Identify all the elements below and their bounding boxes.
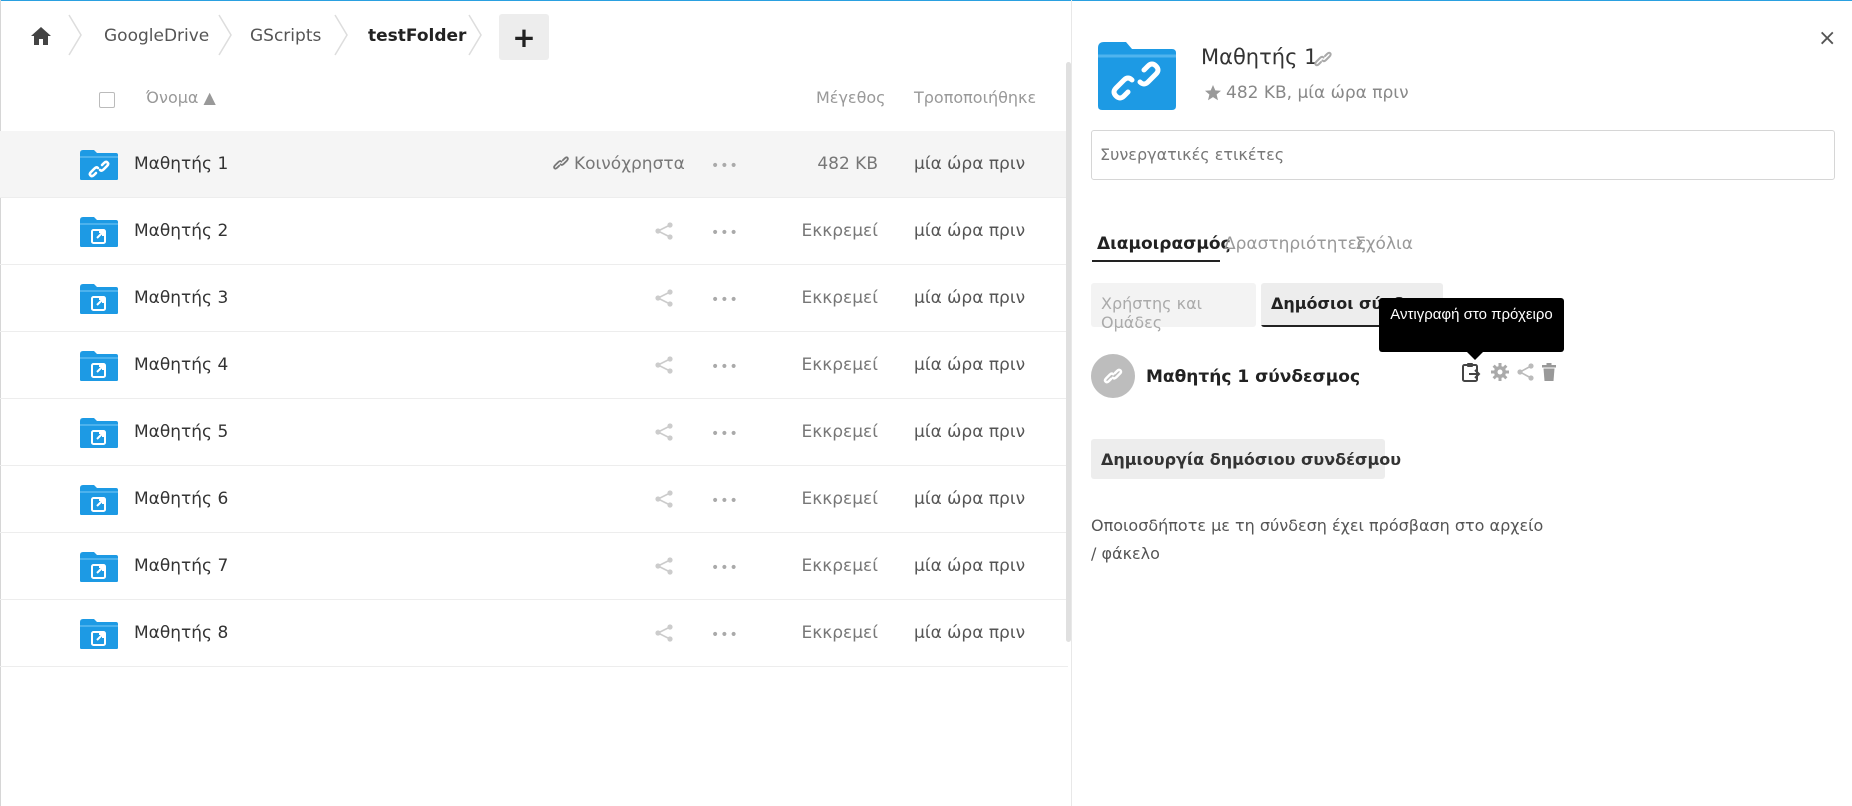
share-icon[interactable]	[1516, 362, 1536, 382]
share-icon[interactable]	[653, 488, 675, 510]
shared-label: Κοινόχρηστα	[574, 154, 685, 174]
home-icon[interactable]	[30, 26, 52, 46]
gear-icon[interactable]	[1490, 362, 1510, 382]
more-actions-icon[interactable]: •••	[711, 560, 739, 576]
folder-external-icon	[80, 217, 118, 247]
table-row[interactable]: Μαθητής 4 ••• Εκκρεμεί μία ώρα πριν	[0, 332, 1068, 399]
more-actions-icon[interactable]: •••	[711, 225, 739, 241]
breadcrumb-separator-icon	[218, 14, 232, 56]
sidebar-title: Μαθητής 1	[1201, 45, 1318, 69]
file-name[interactable]: Μαθητής 4	[134, 355, 228, 375]
folder-external-icon	[80, 284, 118, 314]
folder-external-icon	[80, 351, 118, 381]
link-icon	[1103, 368, 1123, 384]
share-icon[interactable]	[653, 287, 675, 309]
share-icon[interactable]	[653, 421, 675, 443]
more-actions-icon[interactable]: •••	[711, 493, 739, 509]
file-modified: μία ώρα πριν	[914, 489, 1026, 509]
more-actions-icon[interactable]: •••	[711, 426, 739, 442]
share-icon[interactable]	[653, 354, 675, 376]
more-actions-icon[interactable]: •••	[711, 359, 739, 375]
public-link-name: Μαθητής 1 σύνδεσμος	[1146, 367, 1361, 387]
tab-activity[interactable]: Δραστηριότητες	[1224, 234, 1367, 254]
file-name[interactable]: Μαθητής 2	[134, 221, 228, 241]
file-modified: μία ώρα πριν	[914, 355, 1026, 375]
trash-icon[interactable]	[1539, 362, 1559, 382]
add-new-button[interactable]: +	[499, 14, 549, 60]
file-modified: μία ώρα πριν	[914, 422, 1026, 442]
file-modified: μία ώρα πριν	[914, 556, 1026, 576]
table-row[interactable]: Μαθητής 3 ••• Εκκρεμεί μία ώρα πριν	[0, 265, 1068, 332]
more-actions-icon[interactable]: •••	[711, 292, 739, 308]
folder-link-icon	[80, 150, 118, 180]
column-header-modified[interactable]: Τροποποιήθηκε	[914, 88, 1036, 107]
file-size: Εκκρεμεί	[801, 288, 878, 308]
file-size: Εκκρεμεί	[801, 489, 878, 509]
breadcrumb-separator-icon	[334, 14, 348, 56]
file-name[interactable]: Μαθητής 6	[134, 489, 228, 509]
breadcrumb-separator-icon	[68, 14, 82, 56]
file-name[interactable]: Μαθητής 5	[134, 422, 228, 442]
table-row[interactable]: Μαθητής 6 ••• Εκκρεμεί μία ώρα πριν	[0, 466, 1068, 533]
file-size: Εκκρεμεί	[801, 422, 878, 442]
file-modified: μία ώρα πριν	[914, 288, 1026, 308]
close-icon[interactable]: ×	[1818, 26, 1836, 51]
sidebar-meta: 482 KB, μία ώρα πριν	[1226, 83, 1409, 103]
folder-external-icon	[80, 552, 118, 582]
folder-external-icon	[80, 485, 118, 515]
details-sidebar	[1071, 0, 1852, 806]
file-name[interactable]: Μαθητής 7	[134, 556, 228, 576]
folder-external-icon	[80, 418, 118, 448]
create-public-link-button[interactable]: Δημιουργία δημόσιου συνδέσμου	[1091, 439, 1401, 479]
tab-comments[interactable]: Σχόλια	[1355, 234, 1413, 254]
clipboard-icon[interactable]	[1461, 362, 1481, 382]
breadcrumb-item-gscripts[interactable]: GScripts	[250, 26, 321, 46]
table-row[interactable]: Μαθητής 1 Κοινόχρηστα ••• 482 KB μία ώρα πρι…	[0, 131, 1068, 198]
table-row[interactable]: Μαθητής 2 ••• Εκκρεμεί μία ώρα πριν	[0, 198, 1068, 265]
link-avatar	[1091, 354, 1135, 398]
star-icon[interactable]	[1204, 84, 1222, 102]
folder-external-icon	[80, 619, 118, 649]
file-name[interactable]: Μαθητής 3	[134, 288, 228, 308]
breadcrumb-separator-icon	[468, 14, 482, 56]
public-link-note: Οποιοσδήποτε με τη σύνδεση έχει πρόσβαση…	[1091, 516, 1544, 563]
select-all-checkbox[interactable]	[99, 92, 115, 108]
file-modified: μία ώρα πριν	[914, 221, 1026, 241]
file-name[interactable]: Μαθητής 1	[134, 154, 228, 174]
file-modified: μία ώρα πριν	[914, 623, 1026, 643]
shared-indicator[interactable]: Κοινόχρηστα	[552, 154, 685, 174]
share-icon[interactable]	[653, 622, 675, 644]
subtab-users-groups[interactable]: Χρήστης και Ομάδες	[1091, 283, 1256, 332]
folder-link-icon	[1098, 42, 1176, 110]
collaborative-tags-input[interactable]: Συνεργατικές ετικέτες	[1091, 130, 1835, 180]
column-header-name[interactable]: Όνομα ▲	[146, 88, 216, 107]
file-name[interactable]: Μαθητής 8	[134, 623, 228, 643]
file-size: 482 KB	[817, 154, 878, 174]
file-size: Εκκρεμεί	[801, 355, 878, 375]
breadcrumb-item-googledrive[interactable]: GoogleDrive	[104, 26, 209, 46]
link-icon[interactable]	[1313, 49, 1333, 69]
copy-tooltip: Αντιγραφή στο πρόχειρο	[1379, 298, 1564, 360]
share-icon[interactable]	[653, 220, 675, 242]
file-size: Εκκρεμεί	[801, 623, 878, 643]
file-modified: μία ώρα πριν	[914, 154, 1026, 174]
tab-sharing[interactable]: Διαμοιρασμός	[1097, 234, 1231, 254]
more-actions-icon[interactable]: •••	[711, 158, 739, 174]
breadcrumb-item-testfolder[interactable]: testFolder	[368, 26, 466, 46]
link-icon	[553, 156, 569, 170]
table-row[interactable]: Μαθητής 5 ••• Εκκρεμεί μία ώρα πριν	[0, 399, 1068, 466]
file-size: Εκκρεμεί	[801, 221, 878, 241]
share-icon[interactable]	[653, 555, 675, 577]
column-header-size[interactable]: Μέγεθος	[816, 88, 886, 107]
table-row[interactable]: Μαθητής 8 ••• Εκκρεμεί μία ώρα πριν	[0, 600, 1068, 667]
more-actions-icon[interactable]: •••	[711, 627, 739, 643]
table-row[interactable]: Μαθητής 7 ••• Εκκρεμεί μία ώρα πριν	[0, 533, 1068, 600]
file-size: Εκκρεμεί	[801, 556, 878, 576]
active-tab-indicator	[1092, 260, 1220, 262]
